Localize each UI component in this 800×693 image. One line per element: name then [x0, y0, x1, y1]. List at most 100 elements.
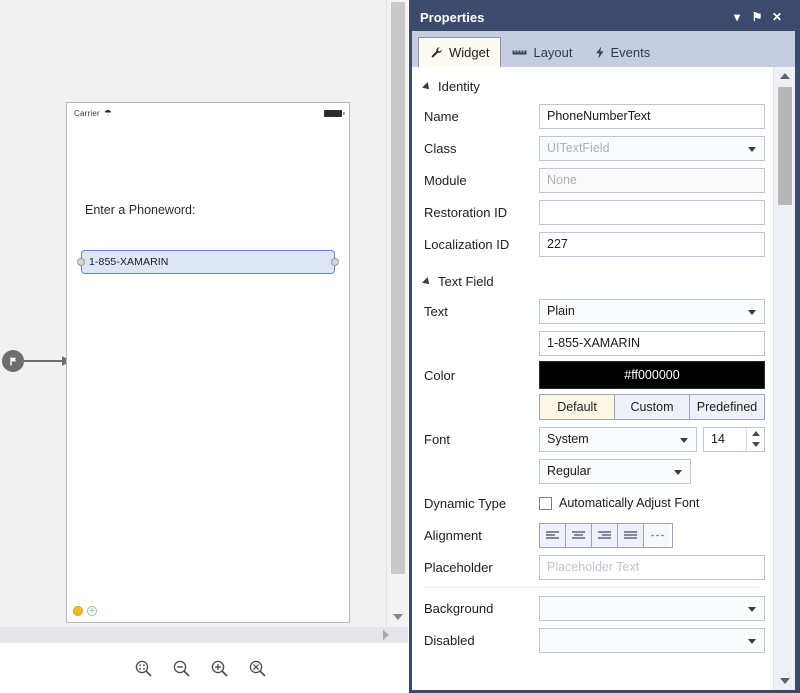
properties-vertical-scrollbar[interactable] [773, 67, 795, 690]
properties-scroll-thumb[interactable] [778, 87, 792, 205]
properties-scroll-content: Identity Name Class UITextField [412, 67, 773, 690]
section-divider [424, 587, 761, 588]
row-name: Name [412, 100, 773, 132]
chevron-down-icon[interactable]: ▾ [727, 7, 747, 27]
alignment-segmented-control [539, 523, 673, 548]
chevron-down-icon [393, 614, 403, 620]
font-weight-combobox[interactable]: Regular [539, 459, 691, 484]
properties-scroll-up-button[interactable] [774, 67, 795, 85]
disclosure-triangle-icon [422, 277, 432, 287]
font-size-increment-button[interactable] [747, 428, 764, 440]
font-family-combobox[interactable]: System [539, 427, 697, 452]
zoom-to-fit-icon[interactable] [132, 657, 154, 679]
color-mode-predefined-button[interactable]: Predefined [690, 395, 764, 419]
ios-designer-canvas-pane: Carrier ☂ Enter a Phoneword: 1-855-XAMAR… [0, 0, 408, 693]
font-size-stepper[interactable]: 14 [703, 427, 765, 452]
font-size-decrement-button[interactable] [747, 439, 764, 451]
label-text: Text [424, 304, 539, 319]
module-input[interactable] [539, 168, 765, 193]
row-font-weight: Regular [412, 455, 773, 487]
label-restoration-id: Restoration ID [424, 205, 539, 220]
color-mode-default-button[interactable]: Default [540, 395, 615, 419]
background-combobox[interactable] [539, 596, 765, 621]
phoneword-prompt-label[interactable]: Enter a Phoneword: [85, 203, 196, 217]
auto-adjust-font-label: Automatically Adjust Font [559, 496, 699, 510]
chevron-right-icon [383, 630, 389, 640]
battery-icon [324, 110, 342, 117]
align-right-icon[interactable] [592, 524, 618, 547]
wifi-icon: ☂ [104, 109, 112, 118]
text-value-input[interactable] [539, 331, 765, 356]
section-title-identity: Identity [438, 79, 480, 94]
view-controller-icon[interactable] [73, 606, 83, 616]
row-restoration-id: Restoration ID [412, 196, 773, 228]
class-combobox-value: UITextField [547, 141, 610, 155]
tab-layout[interactable]: Layout [501, 37, 583, 67]
resize-handle-left[interactable] [77, 258, 85, 266]
font-weight-value: Regular [547, 464, 591, 478]
entry-point-indicator[interactable] [2, 350, 70, 372]
auto-adjust-font-checkbox-group[interactable]: Automatically Adjust Font [539, 496, 699, 510]
canvas-scroll-down-button[interactable] [387, 608, 409, 626]
row-dynamic-type: Dynamic Type Automatically Adjust Font [412, 487, 773, 519]
color-swatch-button[interactable]: #ff000000 [539, 361, 765, 389]
canvas-horizontal-scrollbar[interactable] [0, 627, 408, 643]
row-color-modes: Default Custom Predefined [412, 391, 773, 423]
zoom-out-icon[interactable] [170, 657, 192, 679]
entry-point-flag-icon [2, 350, 24, 372]
canvas-scroll-right-button[interactable] [378, 627, 394, 643]
font-family-value: System [547, 432, 589, 446]
auto-adjust-font-checkbox[interactable] [539, 497, 552, 510]
properties-scroll-down-button[interactable] [774, 672, 795, 690]
canvas-vertical-scrollbar[interactable] [386, 0, 408, 626]
lightning-icon [595, 46, 605, 59]
close-icon[interactable]: ✕ [767, 7, 787, 27]
row-color: Color #ff000000 [412, 359, 773, 391]
canvas-vertical-scroll-thumb[interactable] [391, 2, 405, 574]
section-title-text-field: Text Field [438, 274, 494, 289]
text-style-combobox[interactable]: Plain [539, 299, 765, 324]
section-header-identity[interactable]: Identity [412, 79, 773, 94]
row-alignment: Alignment [412, 519, 773, 551]
name-input[interactable] [539, 104, 765, 129]
row-background: Background [412, 592, 773, 624]
chevron-up-icon [752, 431, 760, 436]
designer-zoom-toolbar [0, 643, 408, 693]
view-controller-badges [73, 606, 97, 616]
class-combobox[interactable]: UITextField [539, 136, 765, 161]
label-placeholder: Placeholder [424, 560, 539, 575]
color-mode-segmented-control: Default Custom Predefined [539, 394, 765, 420]
wrench-icon [430, 46, 443, 59]
resize-handle-right[interactable] [331, 258, 339, 266]
tab-widget[interactable]: Widget [418, 37, 501, 67]
panel-title: Properties [420, 10, 727, 25]
pin-icon[interactable]: ⚑ [747, 7, 767, 27]
section-header-text-field[interactable]: Text Field [412, 274, 773, 289]
iphone-device-frame[interactable]: Carrier ☂ Enter a Phoneword: 1-855-XAMAR… [66, 102, 350, 623]
tab-events[interactable]: Events [584, 37, 662, 67]
align-natural-icon[interactable] [644, 524, 670, 547]
phone-number-textfield[interactable]: 1-855-XAMARIN [81, 250, 335, 274]
chevron-up-icon [780, 73, 790, 79]
zoom-actual-size-icon[interactable] [246, 657, 268, 679]
disabled-combobox[interactable] [539, 628, 765, 653]
properties-panel-titlebar: Properties ▾ ⚑ ✕ [412, 3, 795, 31]
align-justify-icon[interactable] [618, 524, 644, 547]
text-style-combobox-value: Plain [547, 304, 575, 318]
label-class: Class [424, 141, 539, 156]
entry-point-arrow [24, 360, 70, 362]
align-center-icon[interactable] [566, 524, 592, 547]
restoration-id-input[interactable] [539, 200, 765, 225]
properties-content: Identity Name Class UITextField [412, 67, 795, 690]
zoom-in-icon[interactable] [208, 657, 230, 679]
color-mode-custom-button[interactable]: Custom [615, 395, 690, 419]
properties-panel: Properties ▾ ⚑ ✕ Widget [409, 0, 800, 693]
tab-events-label: Events [611, 45, 651, 60]
align-left-icon[interactable] [540, 524, 566, 547]
row-module: Module [412, 164, 773, 196]
localization-id-input[interactable] [539, 232, 765, 257]
placeholder-input[interactable] [539, 555, 765, 580]
label-color: Color [424, 368, 539, 383]
storyboard-canvas[interactable]: Carrier ☂ Enter a Phoneword: 1-855-XAMAR… [0, 0, 385, 626]
first-responder-icon[interactable] [87, 606, 97, 616]
